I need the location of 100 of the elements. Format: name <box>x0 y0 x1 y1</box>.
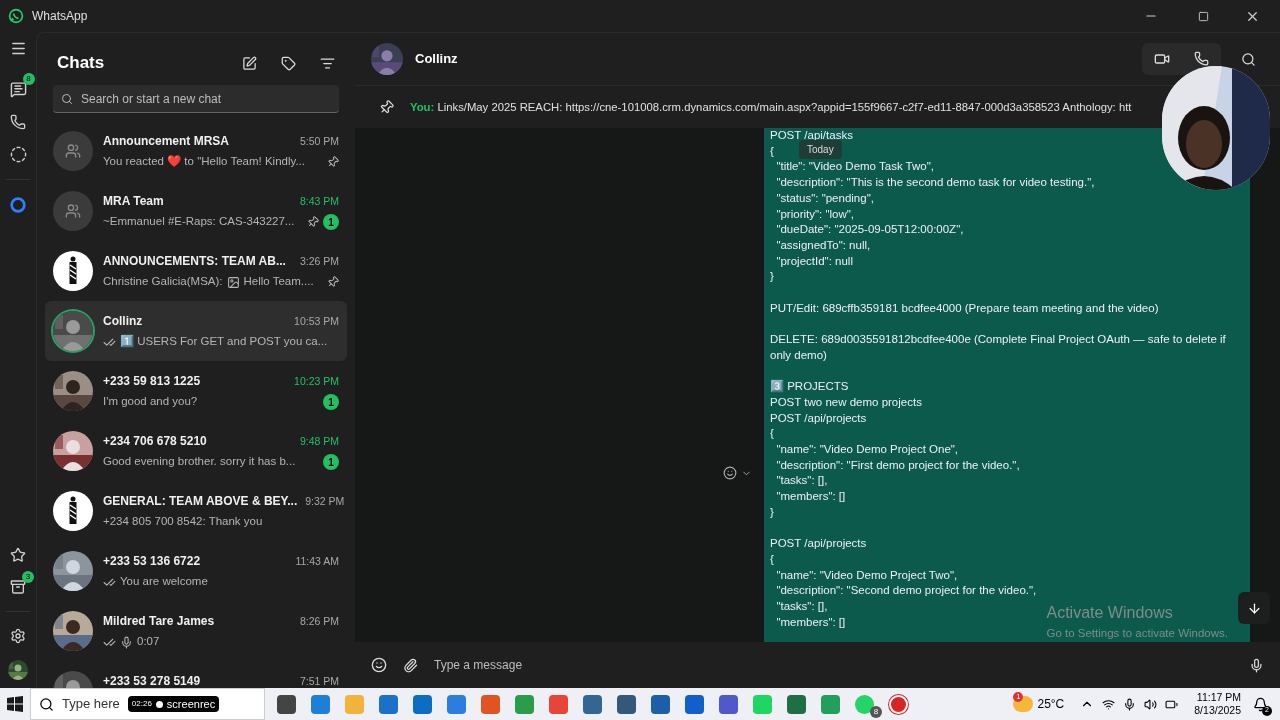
app-icon[interactable] <box>583 694 602 714</box>
message-line: "description": "First demo project for the video.", <box>775 457 1020 473</box>
message-line: POST /api/projects <box>770 536 867 552</box>
message-line: DELETE: 689d0035591812bcdfee400e (Complete Final Project OAuth — safe to delete if only demo) <box>770 332 1227 363</box>
arrow-down-icon <box>1246 600 1262 616</box>
notifications-icon[interactable] <box>1253 696 1268 712</box>
search-input[interactable]: Search or start a new chat <box>81 89 331 108</box>
ring-icon[interactable] <box>9 196 27 214</box>
weather-temperature[interactable]: 25°C <box>1037 695 1065 713</box>
app-logo-icon <box>8 8 24 24</box>
date-chip: Today <box>799 140 842 159</box>
wifi-icon[interactable] <box>1102 697 1116 711</box>
chat-time: 9:32 PM <box>305 494 345 509</box>
calls-icon[interactable] <box>10 114 26 130</box>
microphone-icon[interactable] <box>1249 657 1264 673</box>
microphone-icon[interactable] <box>1123 697 1137 711</box>
app-icon[interactable] <box>719 694 738 714</box>
new-chat-icon[interactable] <box>242 55 257 71</box>
chat-item[interactable]: +233 53 136 6722 11:43 AM You are welcome <box>45 541 347 601</box>
volume-icon[interactable] <box>1144 697 1158 711</box>
clock[interactable]: 11:17 PM 8/13/2025 <box>1194 691 1241 717</box>
react-icon[interactable] <box>723 466 737 480</box>
message-line: "tasks": [], <box>775 599 828 615</box>
chat-name: Mildred Tare James <box>103 613 215 630</box>
message-line: "members": [] <box>775 614 846 630</box>
panel-title: Chats <box>57 52 106 75</box>
video-call-icon[interactable] <box>1154 51 1170 67</box>
app-icon[interactable] <box>651 694 670 714</box>
app-icon[interactable] <box>447 694 466 714</box>
chat-item[interactable]: GENERAL: TEAM ABOVE & BEY... 9:32 PM +234 805 700 8542: Thank you <box>45 481 347 541</box>
starred-icon[interactable] <box>10 547 26 563</box>
attach-icon[interactable] <box>403 657 418 673</box>
message-field[interactable]: Type a message <box>434 656 1233 674</box>
chat-time: 10:23 PM <box>294 374 339 389</box>
chat-item[interactable]: ANNOUNCEMENTS: TEAM AB... 3:26 PM Christine Galicia(MSA): Hello Team.... <box>45 241 347 301</box>
chat-time: 8:26 PM <box>299 614 339 629</box>
start-icon[interactable] <box>7 696 23 712</box>
app-icon[interactable] <box>379 694 398 714</box>
recorder-label: screenrec <box>166 696 216 712</box>
filter-icon[interactable] <box>320 55 335 71</box>
emoji-icon[interactable] <box>371 657 387 673</box>
chat-time: 7:51 PM <box>299 674 339 688</box>
status-icon[interactable] <box>9 146 27 163</box>
search-icon[interactable] <box>1241 51 1256 67</box>
search-icon <box>61 92 73 105</box>
chat-name: +233 59 813 1225 <box>103 373 201 390</box>
chats-icon[interactable] <box>9 81 27 98</box>
chat-item[interactable]: Collinz 10:53 PM 1⃣ USERS For GET and POST you ca... <box>45 301 347 361</box>
unread-count: 1 <box>323 394 339 410</box>
chat-item[interactable]: +234 706 678 5210 9:48 PM Good evening brother. sorry it has b... 1 <box>45 421 347 481</box>
message-line: PUT/Edit: 689cffb359181 bcdfee4000 (Prepare team meeting and the video) <box>770 300 1159 316</box>
chat-name: +233 53 278 5149 <box>103 673 201 688</box>
app-icon[interactable] <box>311 694 330 714</box>
chat-preview: 1⃣ USERS For GET and POST you ca... <box>120 334 328 350</box>
chat-item[interactable]: Announcement MRSA 5:50 PM You reacted ❤ to "Hello Team! Kindly... <box>45 121 347 181</box>
message-line: POST /api/tasks <box>770 128 853 143</box>
archive-icon[interactable] <box>10 579 26 595</box>
pole-logo-avatar <box>53 491 93 531</box>
chat-item[interactable]: Mildred Tare James 8:26 PM 0:07 <box>45 601 347 661</box>
chat-item[interactable]: +233 59 813 1225 10:23 PM I'm good and you? 1 <box>45 361 347 421</box>
chat-time: 10:53 PM <box>294 314 339 329</box>
chat-time: 11:43 AM <box>295 554 339 569</box>
chat-preview: Good evening brother. sorry it has b... <box>103 454 296 470</box>
chat-name: +234 706 678 5210 <box>103 433 207 450</box>
chat-name: +233 53 136 6722 <box>103 553 201 570</box>
message-line: "assignedTo": null, <box>775 237 871 253</box>
record-icon[interactable] <box>889 694 908 714</box>
app-icon[interactable] <box>617 694 636 714</box>
message-line: "tasks": [], <box>775 473 828 489</box>
chat-preview-sender: Christine Galicia(MSA): <box>103 274 223 290</box>
message-line: { <box>770 426 774 442</box>
chat-item[interactable]: MRA Team 8:43 PM ~Emmanuel #E-Raps: CAS-343227... 1 <box>45 181 347 241</box>
menu-icon[interactable] <box>9 40 27 57</box>
chat-preview: You reacted ❤ to "Hello Team! Kindly... <box>103 154 305 170</box>
message-line: "description": "Second demo project for the video.", <box>775 583 1037 599</box>
taskbar-search[interactable]: Type here 02:26 screenrec <box>30 688 265 720</box>
app-icon[interactable] <box>413 694 432 714</box>
message-line: "name": "Video Demo Project One", <box>775 442 959 457</box>
app-icon[interactable] <box>787 694 806 714</box>
message-line: "status": "pending", <box>775 190 874 206</box>
scroll-down-button[interactable] <box>1238 592 1270 624</box>
maximize-icon[interactable] <box>1198 10 1209 22</box>
chat-preview: You are welcome <box>120 574 208 590</box>
chat-name: ANNOUNCEMENTS: TEAM AB... <box>103 253 286 270</box>
composer-bar[interactable]: Type a message <box>355 642 1280 688</box>
search-field[interactable]: Search or start a new chat <box>53 85 339 113</box>
search-icon <box>39 696 54 712</box>
voice-call-icon[interactable] <box>1194 51 1209 66</box>
messaging-app-icon[interactable] <box>855 694 874 714</box>
message-line: "projectId": null <box>775 253 853 269</box>
label-icon[interactable] <box>281 55 296 71</box>
message-line: { <box>770 551 774 567</box>
app-icon[interactable] <box>277 694 296 714</box>
app-icon[interactable] <box>685 694 704 714</box>
chat-name: GENERAL: TEAM ABOVE & BEY... <box>103 493 298 510</box>
group-avatar <box>53 191 93 231</box>
settings-icon[interactable] <box>10 628 26 644</box>
chat-time: 9:48 PM <box>299 434 339 449</box>
group-avatar <box>53 131 93 171</box>
message-line: 3⃣ PROJECTS <box>770 379 849 395</box>
